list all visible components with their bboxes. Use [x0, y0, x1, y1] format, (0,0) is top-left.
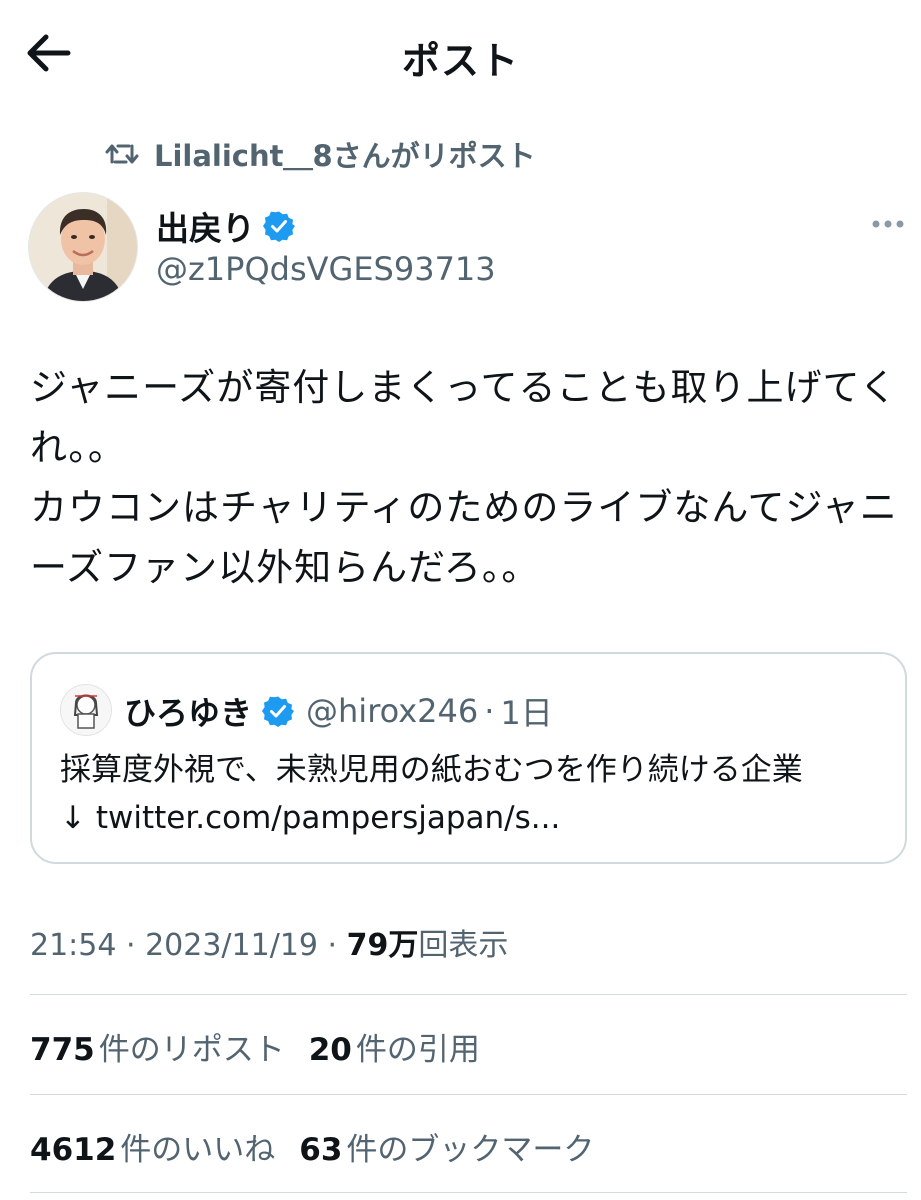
- more-dots-icon: [872, 220, 904, 228]
- stats-row-likes: 4612 件のいいね 63 件のブックマーク: [30, 1124, 618, 1169]
- reposts-label: 件のリポスト: [98, 1032, 285, 1068]
- view-count: 79万: [346, 928, 419, 963]
- tweet-text: ジャニーズが寄付しまくってることも取り上げてくれ。。 カウコンはチャリティのため…: [30, 366, 898, 589]
- repost-icon: [105, 144, 139, 164]
- repost-context[interactable]: Lilalicht＿8さんがリポスト: [104, 134, 536, 174]
- bookmarks-stat[interactable]: 63 件のブックマーク: [299, 1124, 594, 1169]
- tweet-meta: 21:54 · 2023/11/19 · 79万 回表示: [30, 920, 508, 964]
- author-name-row[interactable]: 出戻り: [156, 202, 295, 250]
- quoted-tweet-card[interactable]: ひろゆき @hirox246 · 1日 採算度外視で、未熟児用の紙おむつを作り続…: [30, 652, 907, 864]
- reposts-stat[interactable]: 775 件のリポスト: [30, 1024, 285, 1069]
- avatar-image: [29, 193, 137, 301]
- meta-separator: ·: [116, 928, 146, 963]
- quoted-handle[interactable]: @hirox246: [306, 692, 478, 730]
- bookmarks-count: 63: [299, 1132, 343, 1168]
- top-bar: ポスト: [0, 0, 921, 110]
- divider: [30, 1094, 907, 1095]
- page-title: ポスト: [401, 39, 519, 83]
- quotes-count: 20: [308, 1032, 352, 1068]
- avatar[interactable]: [28, 192, 138, 302]
- tweet-time[interactable]: 21:54: [30, 928, 116, 963]
- likes-stat[interactable]: 4612 件のいいね: [30, 1124, 275, 1169]
- likes-label: 件のいいね: [120, 1132, 276, 1168]
- likes-count: 4612: [30, 1132, 117, 1168]
- quoted-avatar[interactable]: [60, 684, 112, 736]
- quoted-author-name[interactable]: ひろゆき: [124, 688, 252, 734]
- meta-separator: ·: [318, 928, 347, 963]
- tweet-date[interactable]: 2023/11/19: [145, 928, 318, 963]
- bookmarks-label: 件のブックマーク: [346, 1132, 595, 1168]
- repost-text: Lilalicht＿8さんがリポスト: [154, 139, 536, 173]
- quoted-header: ひろゆき @hirox246 · 1日: [124, 688, 553, 734]
- reposts-count: 775: [30, 1032, 95, 1068]
- verified-badge-icon: [263, 211, 295, 242]
- quoted-text: 採算度外視で、未熟児用の紙おむつを作り続ける企業 ↓ twitter.com/p…: [60, 752, 803, 836]
- quotes-stat[interactable]: 20 件の引用: [309, 1024, 480, 1069]
- quoted-avatar-image: [61, 685, 111, 735]
- divider: [30, 994, 907, 995]
- quoted-separator: ·: [484, 692, 495, 730]
- author-handle[interactable]: @z1PQdsVGES93713: [156, 250, 496, 288]
- verified-badge-icon: [262, 696, 295, 727]
- quoted-time[interactable]: 1日: [500, 688, 552, 734]
- view-label: 回表示: [418, 928, 509, 963]
- quotes-label: 件の引用: [355, 1032, 480, 1068]
- more-options-button[interactable]: [868, 210, 908, 238]
- author-name: 出戻り: [156, 209, 255, 248]
- divider: [30, 1192, 907, 1193]
- stats-row-reposts: 775 件のリポスト 20 件の引用: [30, 1024, 504, 1069]
